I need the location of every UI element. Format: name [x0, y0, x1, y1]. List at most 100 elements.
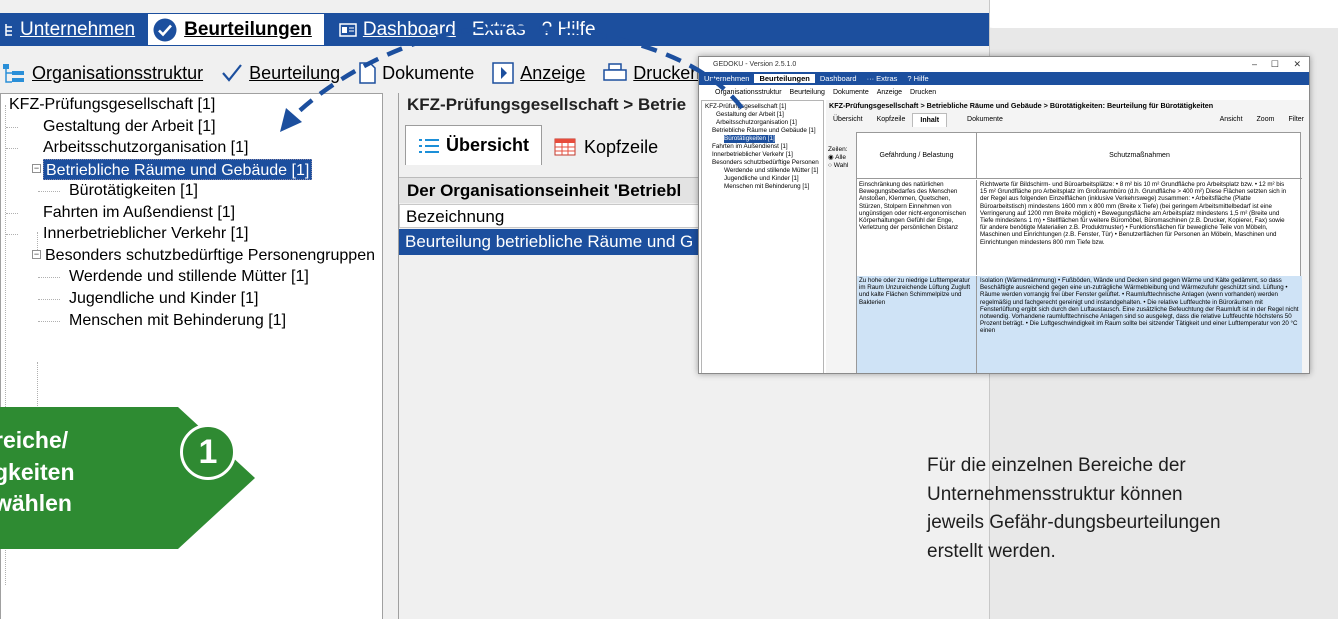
tree-node-root[interactable]: KFZ-Prüfungsgesellschaft [1]: [7, 94, 217, 115]
screenshot-tree-node[interactable]: Jugendliche und Kinder [1]: [724, 175, 799, 183]
table-cell[interactable]: Zu hohe oder zu niedrige Lufttemperatur …: [857, 276, 977, 373]
tab-kopfzeile-label: Kopfzeile: [584, 136, 659, 157]
table-cell[interactable]: Isolation (Wärmedämmung) • Fußböden, Wän…: [977, 276, 1302, 373]
menu-beurteilungen[interactable]: Beurteilungen: [147, 13, 325, 46]
dokumente-button[interactable]: Dokumente: [358, 62, 474, 84]
corner-card: [975, 0, 1338, 28]
screenshot-tb-item[interactable]: Anzeige: [877, 89, 902, 96]
display-icon: [492, 62, 514, 84]
tab-uebersicht-label: Übersicht: [446, 135, 530, 155]
menu-extras[interactable]: Extras: [468, 13, 538, 46]
screenshot-tree-node[interactable]: Arbeitsschutzorganisation [1]: [716, 119, 797, 127]
screenshot-menu-extras[interactable]: ··· Extras: [862, 74, 903, 83]
tree-icon: [4, 23, 14, 37]
menubar: Unternehmen Beurteilungen Dashboard Extr…: [0, 13, 989, 46]
tree-node-jugendliche[interactable]: Jugendliche und Kinder [1]: [67, 288, 260, 309]
screenshot-title: GEDOKU - Version 2.5.1.0: [699, 57, 1309, 72]
zeilen-selector: Zeilen: ◉ Alle ○ Wahl: [828, 146, 848, 170]
maximize-icon[interactable]: ☐: [1271, 57, 1279, 71]
tree-node-arbeitsschutz[interactable]: Arbeitsschutzorganisation [1]: [41, 137, 250, 158]
minimize-icon[interactable]: –: [1252, 57, 1257, 71]
screenshot-tab-uebersicht[interactable]: Übersicht: [826, 113, 870, 127]
dashboard-icon: [339, 22, 357, 38]
breadcrumb: KFZ-Prüfungsgesellschaft > Betrie: [407, 95, 687, 114]
info-text: Für die einzelnen Bereiche der Unternehm…: [927, 455, 1221, 562]
tree-node-gestaltung[interactable]: Gestaltung der Arbeit [1]: [41, 116, 218, 137]
screenshot-tool-filter[interactable]: Filter: [1288, 113, 1304, 127]
screenshot-tree-node[interactable]: Fahrten im Außendienst [1]: [712, 143, 788, 151]
table-cell[interactable]: Richtwerte für Bildschirm- und Büroarbei…: [977, 180, 1294, 275]
zeilen-radio-alle[interactable]: ◉ Alle: [828, 154, 848, 162]
screenshot-tb-item[interactable]: Beurteilung: [790, 89, 825, 96]
column-header-schutzmassnahmen[interactable]: Schutzmaßnahmen: [977, 133, 1302, 179]
tree-node-muetter[interactable]: Werdende und stillende Mütter [1]: [67, 266, 311, 287]
screenshot-menu-beurteilungen[interactable]: Beurteilungen: [754, 74, 815, 83]
menu-unternehmen-label: Unternehmen: [20, 18, 136, 40]
screenshot-toolbar: Organisationsstruktur Beurteilung Dokume…: [699, 86, 1309, 98]
callout-text: reiche/ gkeiten wählen: [0, 425, 75, 520]
tab-uebersicht[interactable]: Übersicht: [405, 125, 543, 165]
beurteilung-button[interactable]: Beurteilung: [221, 63, 340, 84]
screenshot-tool-zoom[interactable]: Zoom: [1257, 113, 1275, 127]
screenshot-tab-inhalt[interactable]: Inhalt: [912, 113, 948, 127]
screenshot-tree-node[interactable]: Innerbetrieblicher Verkehr [1]: [712, 151, 793, 159]
document-icon: [359, 62, 376, 84]
step-number-badge: 1: [180, 424, 236, 480]
screenshot-tree-node[interactable]: KFZ-Prüfungsgesellschaft [1]: [705, 103, 786, 111]
screenshot-tab-kopfzeile[interactable]: Kopfzeile: [870, 113, 913, 127]
drucken-label: Drucken: [633, 62, 701, 83]
screenshot-tree-node[interactable]: Gestaltung der Arbeit [1]: [716, 111, 784, 119]
screenshot-tb-item[interactable]: Dokumente: [833, 89, 869, 96]
dokumente-label: Dokumente: [382, 62, 475, 83]
organisationsstruktur-label: Organisationsstruktur: [32, 62, 204, 83]
menu-beurteilungen-label: Beurteilungen: [184, 18, 312, 40]
screenshot-menu-unternehmen[interactable]: Unternehmen: [699, 74, 754, 83]
screenshot-tree-node[interactable]: Bürotätigkeiten [1]: [724, 135, 775, 143]
screenshot-tree-node[interactable]: Menschen mit Behinderung [1]: [724, 183, 809, 191]
tree-node-buerotaetigkeiten[interactable]: Bürotätigkeiten [1]: [67, 180, 200, 201]
callout-line: gkeiten: [0, 458, 75, 485]
menu-unternehmen[interactable]: Unternehmen: [0, 13, 147, 46]
zeilen-label: Zeilen:: [828, 146, 848, 153]
screenshot-tree-node[interactable]: Werdende und stillende Mütter [1]: [724, 167, 818, 175]
menu-extras-label: Extras: [471, 18, 526, 40]
tree-node-schutzbeduerftige[interactable]: Besonders schutzbedürftige Personengrupp…: [43, 245, 377, 266]
tree-node-betriebliche-raeume[interactable]: Betriebliche Räume und Gebäude [1]: [43, 159, 313, 180]
screenshot-menu-dashboard[interactable]: Dashboard: [815, 74, 862, 83]
menu-dashboard-label: Dashboard: [362, 18, 456, 40]
beurteilung-label: Beurteilung: [249, 62, 341, 83]
printer-icon: [603, 63, 628, 81]
anzeige-label: Anzeige: [520, 62, 586, 83]
screenshot-tool-ansicht[interactable]: Ansicht: [1220, 113, 1243, 127]
radio-label: Alle: [835, 154, 846, 161]
zeilen-radio-wahl[interactable]: ○ Wahl: [828, 162, 848, 170]
tree-node-fahrten[interactable]: Fahrten im Außendienst [1]: [41, 202, 237, 223]
screenshot-table: Gefährdung / Belastung Schutzmaßnahmen E…: [856, 132, 1302, 373]
callout-line: reiche/: [0, 427, 69, 453]
tree-node-behinderung[interactable]: Menschen mit Behinderung [1]: [67, 310, 288, 331]
close-icon[interactable]: ✕: [1293, 57, 1301, 71]
screenshot-tab-dokumente[interactable]: Dokumente: [947, 113, 1010, 127]
tree-node-verkehr[interactable]: Innerbetrieblicher Verkehr [1]: [41, 223, 250, 244]
screenshot-menu-hilfe[interactable]: ? Hilfe: [902, 74, 933, 83]
menu-hilfe[interactable]: ? Hilfe: [538, 13, 608, 46]
menu-dashboard[interactable]: Dashboard: [325, 13, 468, 46]
radio-label: Wahl: [833, 162, 849, 169]
tab-kopfzeile[interactable]: Kopfzeile: [542, 129, 670, 165]
collapse-icon[interactable]: −: [32, 250, 41, 259]
screenshot-tb-item[interactable]: Organisationsstruktur: [715, 89, 782, 96]
anzeige-button[interactable]: Anzeige: [492, 62, 585, 84]
collapse-icon[interactable]: −: [32, 164, 41, 173]
screenshot-tb-item[interactable]: Drucken: [910, 89, 936, 96]
screenshot-tree-node[interactable]: Besonders schutzbedürftige Personen: [712, 159, 819, 167]
organisationsstruktur-button[interactable]: Organisationsstruktur: [2, 62, 203, 84]
table-cell[interactable]: Einschränkung des natürlichen Bewegungsb…: [857, 180, 977, 275]
screenshot-menubar: Unternehmen Beurteilungen Dashboard ··· …: [699, 72, 1309, 85]
table-icon: [554, 138, 576, 156]
screenshot-content: KFZ-Prüfungsgesellschaft > Betriebliche …: [826, 100, 1309, 373]
column-header-gefaehrdung[interactable]: Gefährdung / Belastung: [857, 133, 977, 179]
drucken-button[interactable]: Drucken: [603, 62, 700, 84]
list-icon: [419, 138, 439, 153]
screenshot-tree-node[interactable]: Betriebliche Räume und Gebäude [1]: [712, 127, 816, 135]
screenshot-breadcrumb: KFZ-Prüfungsgesellschaft > Betriebliche …: [829, 101, 1214, 110]
